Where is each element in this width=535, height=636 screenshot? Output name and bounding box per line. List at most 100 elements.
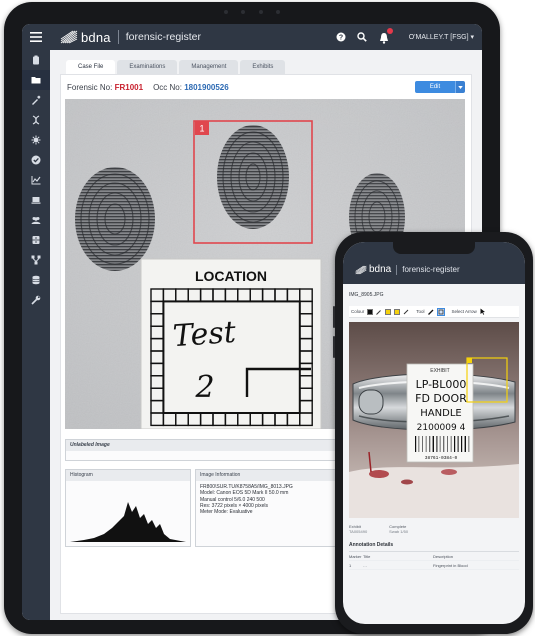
exhibit-photo[interactable]: EXHIBIT LP-BL000 FD DOOR HANDLE 2100009 …	[349, 322, 519, 518]
nav-laptop-icon[interactable]	[22, 190, 50, 210]
phone-brand-name: bdna	[369, 264, 392, 275]
notification-badge	[386, 28, 393, 34]
cursor-arrow-icon[interactable]	[480, 308, 486, 315]
exhibit-handwriting-2: FD DOOR	[415, 392, 467, 405]
nav-users-icon[interactable]	[22, 210, 50, 230]
exhibit-handwriting-4: 2100009 4	[417, 423, 466, 433]
exhibit-label-heading: EXHIBIT	[430, 368, 449, 374]
phone-notch	[393, 242, 475, 254]
exhibit-handwriting-1: LP-BL000	[416, 378, 467, 391]
case-tabs: Case File Examinations Management Exhibi…	[66, 60, 286, 74]
column-header-marker: Marker	[349, 553, 362, 559]
brush-icon[interactable]	[403, 309, 409, 315]
colour-swatch-yellow[interactable]	[385, 308, 392, 315]
forensic-number-label: Forensic No:	[67, 83, 113, 92]
phone-volume-up	[333, 306, 335, 328]
exhibit-barcode-number: 38761-0384-0	[425, 455, 458, 461]
colour-label: Colour	[351, 309, 365, 314]
histogram-chart	[70, 502, 186, 542]
forensic-number[interactable]: FR1001	[115, 83, 143, 92]
location-card-heading: LOCATION	[195, 268, 267, 284]
tab-exhibits[interactable]: Exhibits	[240, 60, 286, 74]
phone-volume-down	[333, 336, 335, 358]
annotation-table: Marker Title Description 1 … Fingerprint…	[349, 551, 519, 570]
fingerprint-left	[75, 167, 155, 271]
nav-virus-icon[interactable]	[22, 130, 50, 150]
forensic-number-field: Forensic No: FR1001	[67, 83, 143, 92]
colour-swatch-yellow-outline[interactable]	[394, 308, 401, 315]
nav-wrench-icon[interactable]	[22, 290, 50, 310]
pen-icon[interactable]	[376, 309, 382, 315]
phone-image-filename: IMG_8905.JPG	[349, 292, 384, 298]
exhibit-meta: Exhibit TA005490 Complete Swab 1/50	[349, 522, 519, 536]
brand[interactable]: bdna forensic-register	[60, 30, 201, 45]
bdna-logo-icon	[355, 265, 367, 274]
top-navbar: bdna forensic-register ? O'MALLEY.T [FSG…	[22, 24, 482, 50]
phone-navbar: bdna forensic-register	[343, 242, 525, 284]
svg-text:?: ?	[339, 35, 343, 42]
exhibit-label-card: EXHIBIT LP-BL000 FD DOOR HANDLE 2100009 …	[406, 363, 474, 463]
side-navigation	[22, 50, 50, 620]
annotation-description-cell: Fingerprint in Blood	[433, 562, 468, 568]
phone-brand-separator	[396, 264, 398, 275]
location-card-handwriting-1: Test	[172, 315, 238, 354]
column-header-title: Title	[363, 553, 371, 559]
brand-separator	[117, 30, 119, 44]
phone-screen: bdna forensic-register IMG_8905.JPG Colo…	[343, 242, 525, 624]
occurrence-number[interactable]: 1801900526	[184, 83, 229, 92]
notifications-bell-icon[interactable]	[378, 28, 393, 44]
table-row[interactable]: 1 … Fingerprint in Blood	[349, 561, 519, 570]
search-icon[interactable]	[357, 32, 367, 42]
tab-examinations[interactable]: Examinations	[117, 60, 178, 74]
nav-network-icon[interactable]	[22, 250, 50, 270]
histogram-heading: Histogram	[66, 470, 190, 481]
location-card-handwriting-2: 2	[194, 370, 214, 405]
exhibit-handwriting-3: HANDLE	[420, 408, 461, 419]
phone-device: bdna forensic-register IMG_8905.JPG Colo…	[333, 232, 533, 634]
marketing-composite: bdna forensic-register ? O'MALLEY.T [FSG…	[0, 0, 535, 636]
rectangle-tool-icon[interactable]	[436, 307, 445, 316]
tool-label: Tool	[416, 309, 425, 314]
histogram-panel: Histogram	[65, 469, 191, 547]
annotation-marker-number: 1	[199, 124, 204, 134]
chevron-down-icon	[458, 85, 463, 89]
annotation-details-title: Annotation Details	[349, 542, 394, 548]
nav-pipette-icon[interactable]	[22, 90, 50, 110]
pencil-icon[interactable]	[427, 309, 434, 315]
phone-brand[interactable]: bdna forensic-register	[355, 264, 460, 275]
top-actions: ? O'MALLEY.T [FSG] ▾	[336, 28, 482, 44]
case-references: Forensic No: FR1001 Occ No: 1801900526	[67, 83, 229, 92]
nav-check-circle-icon[interactable]	[22, 150, 50, 170]
nav-clipboard-icon[interactable]	[22, 50, 50, 70]
phone-app-name: forensic-register	[402, 265, 460, 274]
edit-button-group: Edit	[415, 81, 465, 93]
app-name: forensic-register	[125, 31, 202, 43]
exhibit-meta-complete: Complete Swab 1/50	[389, 524, 408, 534]
nav-chart-icon[interactable]	[22, 170, 50, 190]
help-icon[interactable]: ?	[336, 32, 346, 42]
nav-database-icon[interactable]	[22, 270, 50, 290]
occurrence-number-field: Occ No: 1801900526	[153, 83, 229, 92]
column-header-description: Description	[433, 553, 454, 559]
tab-management[interactable]: Management	[179, 60, 239, 74]
exhibit-details: Exhibit TA005490 Complete Swab 1/50 Annota…	[349, 522, 519, 570]
exhibit-meta-exhibit: Exhibit TA005490	[349, 524, 367, 534]
user-menu[interactable]: O'MALLEY.T [FSG] ▾	[409, 33, 474, 41]
fingerprint-center	[217, 125, 289, 229]
annotation-marker-cell: 1	[349, 562, 352, 568]
tab-case-file[interactable]: Case File	[66, 60, 116, 74]
nav-folder-icon[interactable]	[22, 70, 50, 90]
colour-swatch-black[interactable]	[367, 308, 374, 315]
edit-dropdown-toggle[interactable]	[455, 81, 465, 93]
exhibit-meta-value: Swab 1/50	[389, 529, 409, 534]
annotation-marker-tag[interactable]	[467, 358, 472, 363]
annotation-table-header: Marker Title Description	[349, 552, 519, 561]
nav-dna-icon[interactable]	[22, 110, 50, 130]
menu-icon[interactable]	[22, 24, 50, 50]
location-card: LOCATION Test 2	[140, 258, 322, 429]
brand-name: bdna	[81, 29, 111, 45]
bdna-logo-icon	[60, 30, 78, 44]
select-arrow-label[interactable]: Select Arrow	[452, 309, 477, 314]
edit-button[interactable]: Edit	[415, 81, 455, 93]
nav-cabinet-icon[interactable]	[22, 230, 50, 250]
